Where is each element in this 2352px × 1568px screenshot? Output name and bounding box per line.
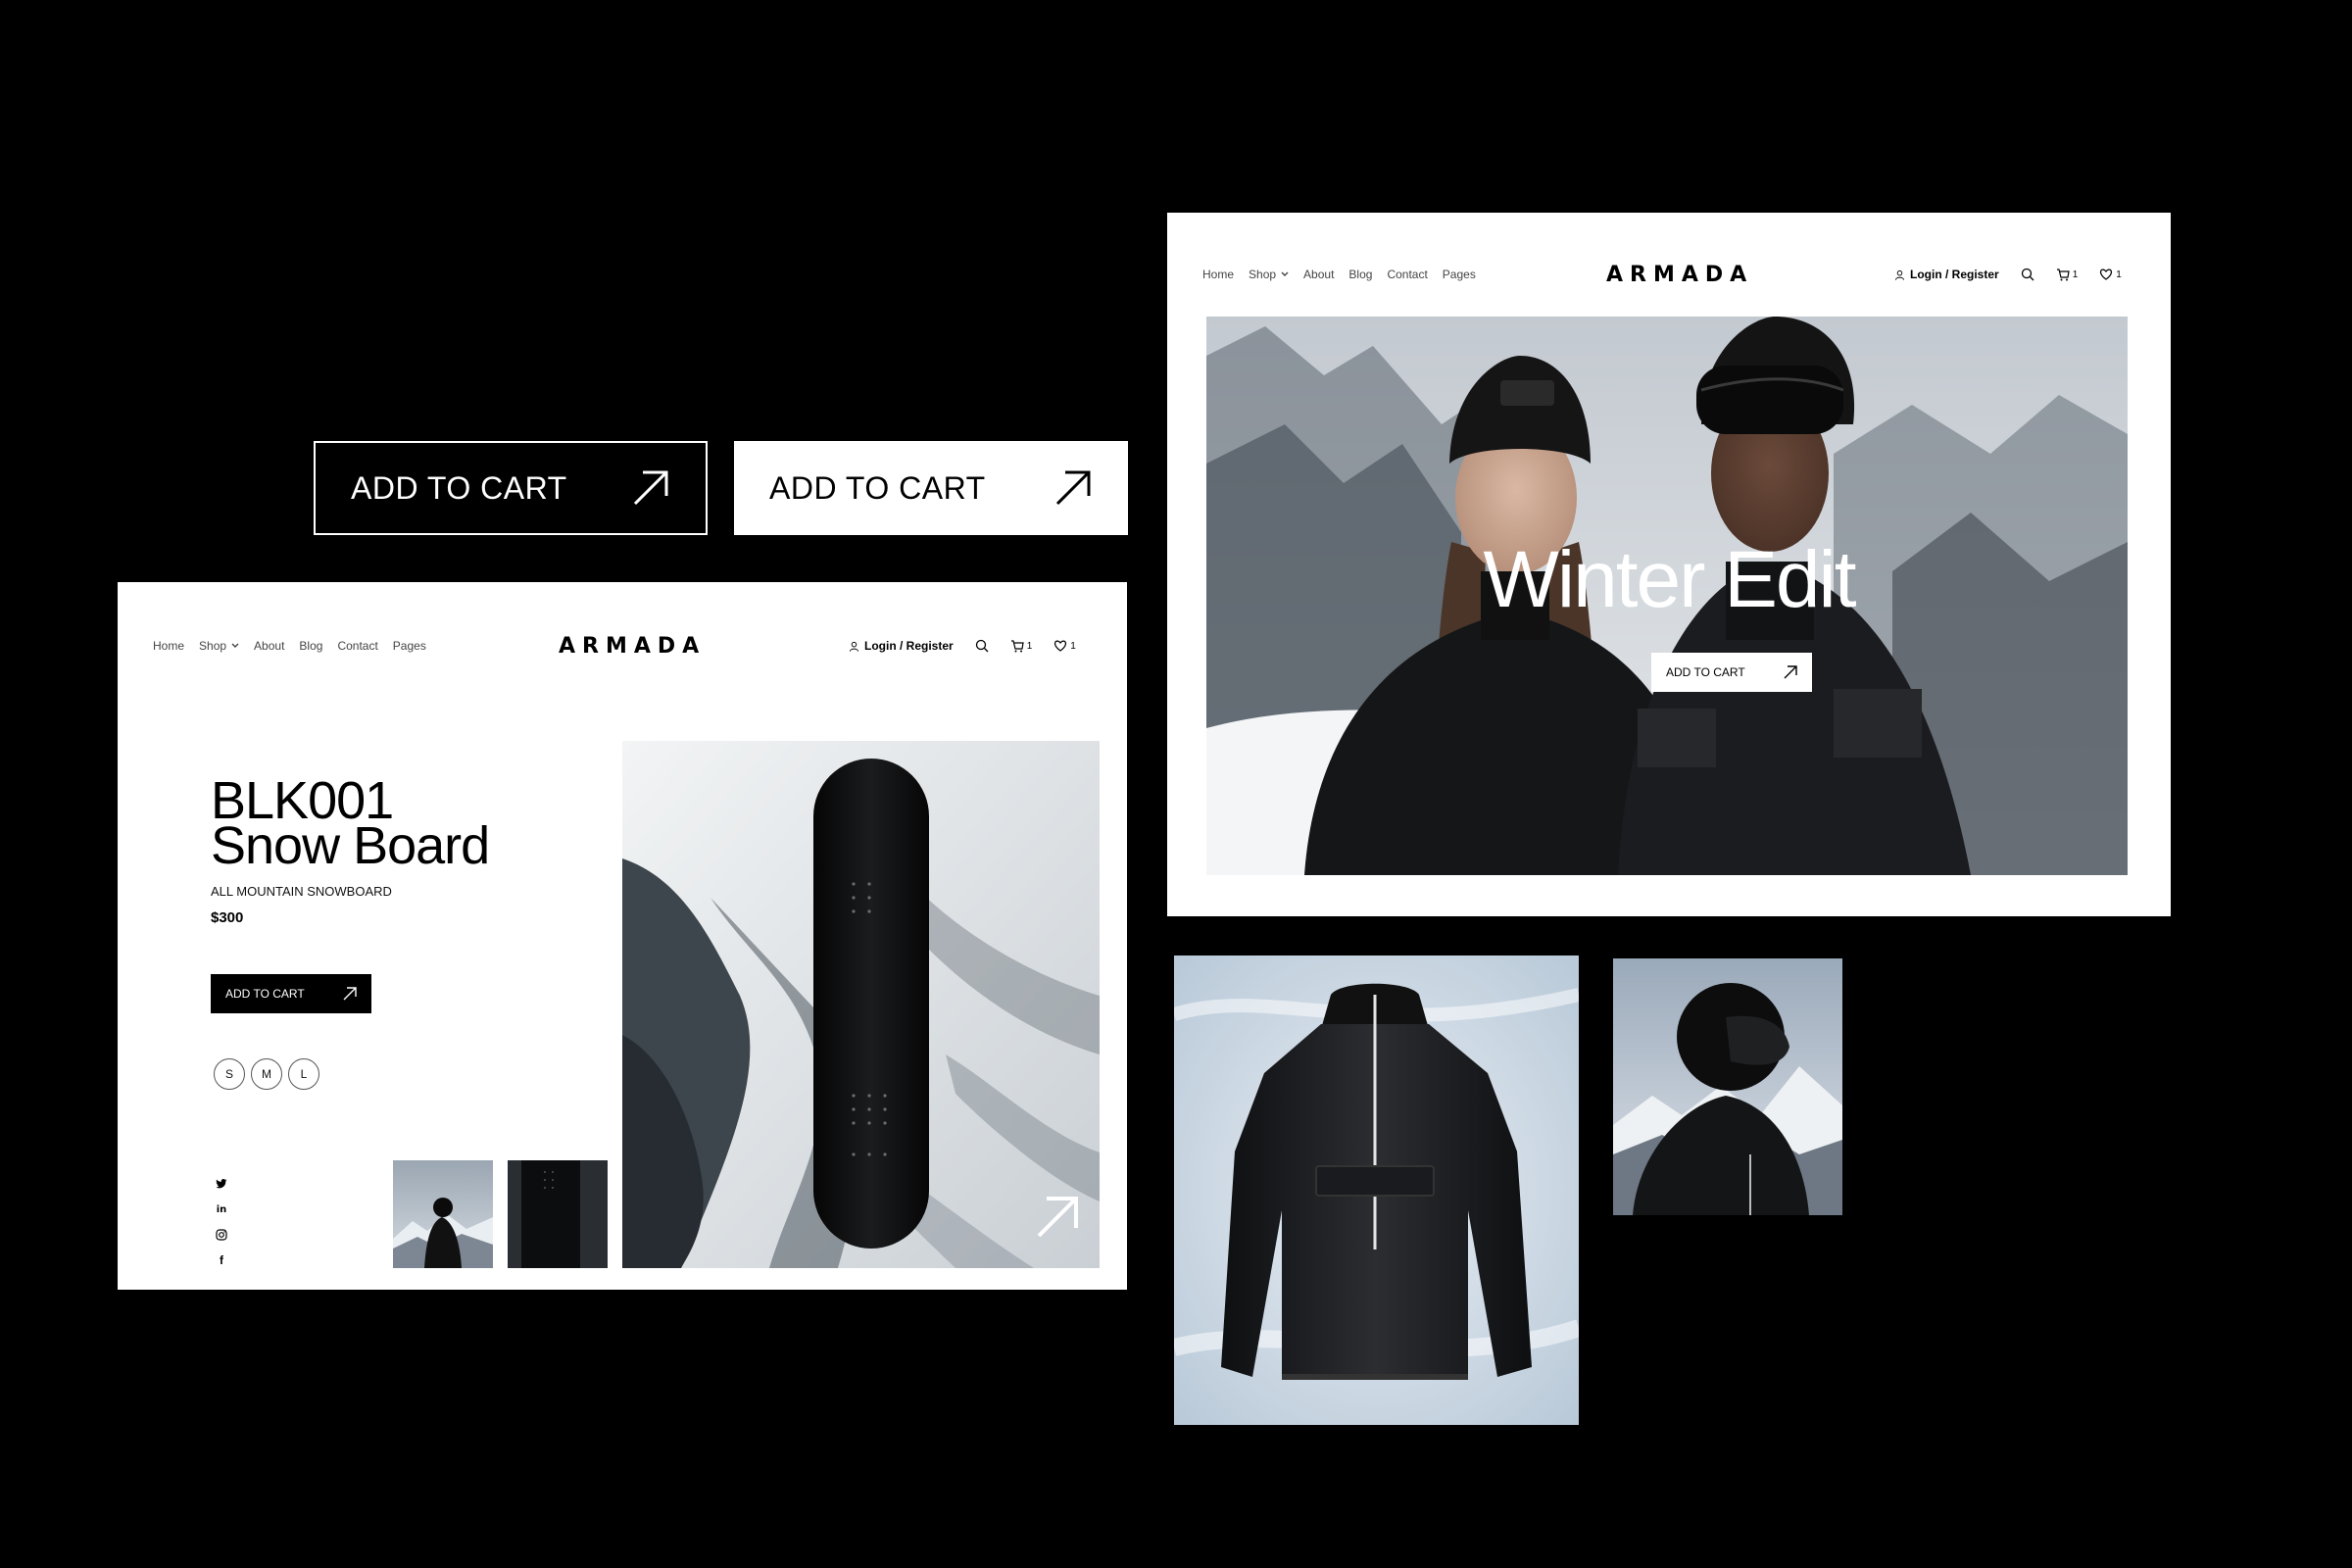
cart-icon [2056,268,2070,280]
armada-logo[interactable]: ARMADA [559,634,706,659]
snowboard-on-mountain-image [622,741,1100,1268]
add-to-cart-label: ADD TO CART [225,987,305,1001]
nav-shop[interactable]: Shop [199,639,239,653]
cart-button[interactable]: 1 [2056,268,2079,281]
nav-actions: Login / Register 1 1 [1894,268,2122,281]
size-option-m[interactable]: M [251,1058,282,1090]
nav-pages[interactable]: Pages [393,639,426,653]
wishlist-button[interactable]: 1 [2099,269,2122,280]
add-to-cart-solid-label: ADD TO CART [769,469,986,506]
product-subtitle: ALL MOUNTAIN SNOWBOARD [211,884,392,899]
thumbnail-rider[interactable] [393,1160,493,1268]
add-to-cart-button[interactable]: ADD TO CART [211,974,371,1013]
social-links: in f [216,1178,227,1267]
nav-contact[interactable]: Contact [337,639,377,653]
cart-icon [1010,639,1024,652]
user-icon [1894,270,1905,280]
user-icon [849,641,859,652]
add-to-cart-outline-label: ADD TO CART [351,469,567,506]
rider-thumbnail-image [393,1160,493,1268]
arrow-up-right-icon [1055,470,1091,506]
search-icon[interactable] [975,639,989,653]
login-register-link[interactable]: Login / Register [849,639,954,653]
nav-home[interactable]: Home [1202,268,1234,281]
product-nav-bar: Home Shop About Blog Contact Pages ARMAD… [118,631,1127,661]
chevron-down-icon [231,643,239,648]
nav-links: Home Shop About Blog Contact Pages [153,639,426,653]
arrow-up-right-icon [1784,665,1797,679]
product-title: BLK001 Snow Board [211,771,490,875]
product-main-image[interactable] [622,741,1100,1268]
board-thumbnail-image [508,1160,608,1268]
size-option-s[interactable]: S [214,1058,245,1090]
nav-actions: Login / Register 1 1 [849,639,1076,653]
nav-blog[interactable]: Blog [299,639,322,653]
hero-add-to-cart-label: ADD TO CART [1666,665,1745,679]
product-page-panel: Home Shop About Blog Contact Pages ARMAD… [118,582,1127,1290]
nav-pages[interactable]: Pages [1443,268,1476,281]
nav-contact[interactable]: Contact [1387,268,1427,281]
add-to-cart-solid-button[interactable]: ADD TO CART [734,441,1128,535]
wishlist-count: 1 [1070,640,1076,652]
jacket-image-card[interactable] [1174,956,1579,1425]
nav-about[interactable]: About [254,639,284,653]
nav-home[interactable]: Home [153,639,184,653]
nav-about[interactable]: About [1303,268,1334,281]
login-register-link[interactable]: Login / Register [1894,268,1999,281]
hero-add-to-cart-button[interactable]: ADD TO CART [1651,653,1812,692]
nav-blog[interactable]: Blog [1348,268,1372,281]
cart-button[interactable]: 1 [1010,639,1033,653]
facebook-icon[interactable]: f [216,1253,227,1267]
twitter-icon[interactable] [216,1178,227,1190]
hero-page-panel: Home Shop About Blog Contact Pages ARMAD… [1167,213,2171,916]
thumbnail-board[interactable] [508,1160,608,1268]
helmet-rider-image [1613,958,1842,1215]
jacket-image [1174,956,1579,1425]
nav-links: Home Shop About Blog Contact Pages [1202,268,1476,281]
helmet-image-card[interactable] [1613,958,1842,1215]
size-selector: S M L [214,1058,319,1090]
nav-shop[interactable]: Shop [1249,268,1289,281]
heart-icon [2100,269,2113,280]
wishlist-button[interactable]: 1 [1054,640,1076,652]
chevron-down-icon [1281,271,1289,276]
search-icon[interactable] [2021,268,2034,281]
heart-icon [1054,640,1067,652]
instagram-icon[interactable] [216,1229,227,1241]
hero-headline: Winter Edit [1483,535,1857,624]
hero-nav-bar: Home Shop About Blog Contact Pages ARMAD… [1167,260,2171,289]
linkedin-icon[interactable]: in [216,1203,227,1215]
wishlist-count: 1 [2116,269,2122,280]
arrow-up-right-icon [343,987,357,1001]
size-option-l[interactable]: L [288,1058,319,1090]
arrow-up-right-icon [633,470,668,506]
cart-count: 1 [1026,640,1033,652]
add-to-cart-outline-button[interactable]: ADD TO CART [314,441,708,535]
product-price: $300 [211,909,244,926]
armada-logo[interactable]: ARMADA [1606,263,1753,287]
cart-count: 1 [2072,269,2079,280]
